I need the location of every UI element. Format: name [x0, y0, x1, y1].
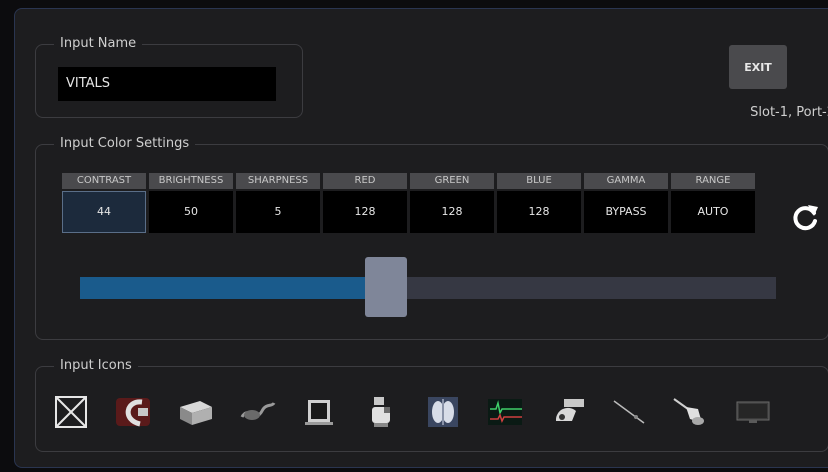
flat-display-icon[interactable] — [732, 392, 774, 432]
input-name-group: Input Name VITALS — [35, 35, 303, 118]
param-label: RANGE — [671, 173, 755, 189]
slot-port-label: Slot-1, Port-2 — [750, 105, 828, 120]
monitor-display-icon[interactable] — [298, 392, 340, 432]
slider-thumb[interactable] — [365, 257, 407, 317]
endoscope-icon[interactable] — [236, 392, 278, 432]
param-red[interactable]: RED 128 — [323, 173, 407, 233]
param-label: GAMMA — [584, 173, 668, 189]
laparoscope-probe-icon[interactable] — [608, 392, 650, 432]
param-label: GREEN — [410, 173, 494, 189]
ultrasound-probe-icon[interactable] — [670, 392, 712, 432]
param-label: RED — [323, 173, 407, 189]
input-settings-panel: Input Name VITALS EXIT Slot-1, Port-2 In… — [14, 8, 828, 468]
none-box-icon[interactable] — [50, 392, 92, 432]
param-gamma[interactable]: GAMMA BYPASS — [584, 173, 668, 233]
param-contrast[interactable]: CONTRAST 44 — [62, 173, 146, 233]
c-arm-icon[interactable] — [112, 392, 154, 432]
param-range[interactable]: RANGE AUTO — [671, 173, 755, 233]
param-brightness[interactable]: BRIGHTNESS 50 — [149, 173, 233, 233]
vital-signs-monitor-icon[interactable] — [484, 392, 526, 432]
input-name-field[interactable]: VITALS — [58, 67, 276, 101]
param-value[interactable]: 50 — [149, 191, 233, 233]
param-green[interactable]: GREEN 128 — [410, 173, 494, 233]
ceiling-camera-icon[interactable] — [546, 392, 588, 432]
param-label: BRIGHTNESS — [149, 173, 233, 189]
color-settings-group: Input Color Settings CONTRAST 44 BRIGHTN… — [35, 135, 828, 340]
param-value[interactable]: 128 — [323, 191, 407, 233]
slider-fill — [80, 277, 386, 299]
param-label: CONTRAST — [62, 173, 146, 189]
ultrasound-machine-icon[interactable] — [360, 392, 402, 432]
reset-icon[interactable] — [790, 201, 822, 233]
param-label: BLUE — [497, 173, 581, 189]
param-label: SHARPNESS — [236, 173, 320, 189]
exit-button[interactable]: EXIT — [729, 45, 787, 89]
param-value[interactable]: 5 — [236, 191, 320, 233]
param-value[interactable]: 128 — [410, 191, 494, 233]
param-value[interactable]: AUTO — [671, 191, 755, 233]
input-name-legend: Input Name — [54, 35, 143, 53]
color-settings-legend: Input Color Settings — [54, 135, 196, 153]
input-icons-legend: Input Icons — [54, 357, 138, 375]
param-value[interactable]: 128 — [497, 191, 581, 233]
chest-xray-icon[interactable] — [422, 392, 464, 432]
param-sharpness[interactable]: SHARPNESS 5 — [236, 173, 320, 233]
input-icons-group: Input Icons — [35, 357, 828, 452]
param-blue[interactable]: BLUE 128 — [497, 173, 581, 233]
video-processor-icon[interactable] — [174, 392, 216, 432]
param-value[interactable]: BYPASS — [584, 191, 668, 233]
value-slider[interactable] — [80, 257, 776, 317]
param-value[interactable]: 44 — [62, 191, 146, 233]
